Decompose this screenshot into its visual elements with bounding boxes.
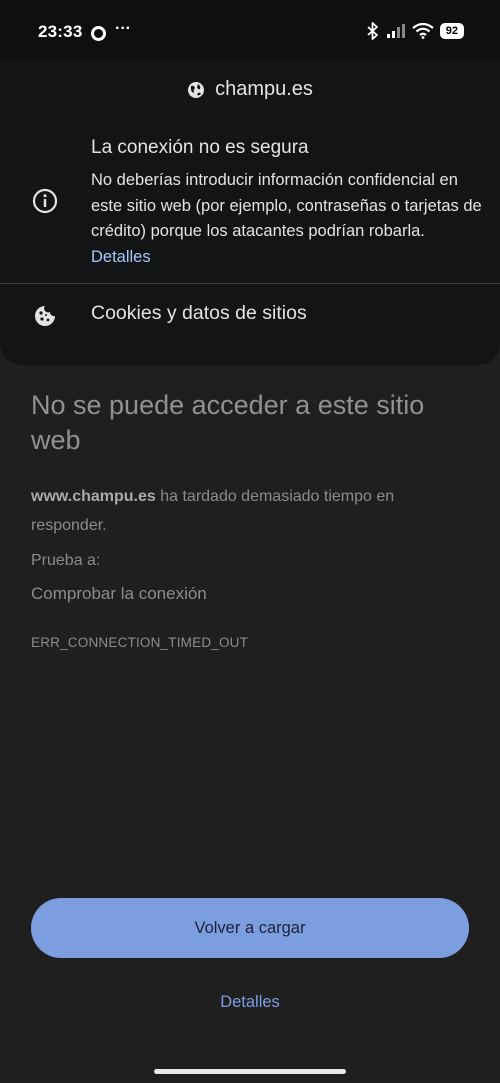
info-icon bbox=[32, 188, 58, 214]
site-title: champu.es bbox=[0, 78, 500, 101]
site-domain: champu.es bbox=[215, 78, 313, 100]
wifi-icon bbox=[412, 23, 434, 39]
notification-ring-icon bbox=[91, 26, 106, 41]
connection-warning-text: No deberías introducir información confi… bbox=[91, 168, 486, 270]
site-info-sheet: champu.es La conexión no es segura No de… bbox=[0, 60, 500, 365]
reload-button[interactable]: Volver a cargar bbox=[31, 898, 469, 958]
bluetooth-icon bbox=[367, 22, 378, 40]
status-time: 23:33 bbox=[38, 22, 83, 41]
navigation-handle[interactable] bbox=[154, 1069, 346, 1074]
connection-status-title[interactable]: La conexión no es segura bbox=[91, 137, 309, 159]
try-label: Prueba a: bbox=[31, 552, 101, 569]
error-url: www.champu.es bbox=[31, 488, 156, 505]
error-description: www.champu.es ha tardado demasiado tiemp… bbox=[31, 482, 461, 540]
error-heading: No se puede acceder a este sitio web bbox=[31, 390, 425, 455]
details-button[interactable]: Detalles bbox=[0, 993, 500, 1012]
error-code: ERR_CONNECTION_TIMED_OUT bbox=[31, 635, 249, 650]
signal-icon bbox=[386, 24, 405, 38]
divider bbox=[0, 283, 500, 284]
cookies-site-data-item[interactable]: Cookies y datos de sitios bbox=[91, 302, 307, 325]
connection-details-link[interactable]: Detalles bbox=[91, 248, 151, 266]
cookie-icon bbox=[35, 306, 55, 326]
suggestion-item: Comprobar la conexión bbox=[31, 584, 207, 603]
status-icons: 92 bbox=[366, 22, 464, 40]
connection-warning-body: No deberías introducir información confi… bbox=[91, 171, 482, 240]
globe-icon bbox=[188, 81, 205, 98]
status-bar: 23:33 ··· 92 bbox=[0, 0, 500, 60]
more-notifications-icon: ··· bbox=[115, 20, 131, 37]
battery-indicator: 92 bbox=[439, 23, 464, 39]
